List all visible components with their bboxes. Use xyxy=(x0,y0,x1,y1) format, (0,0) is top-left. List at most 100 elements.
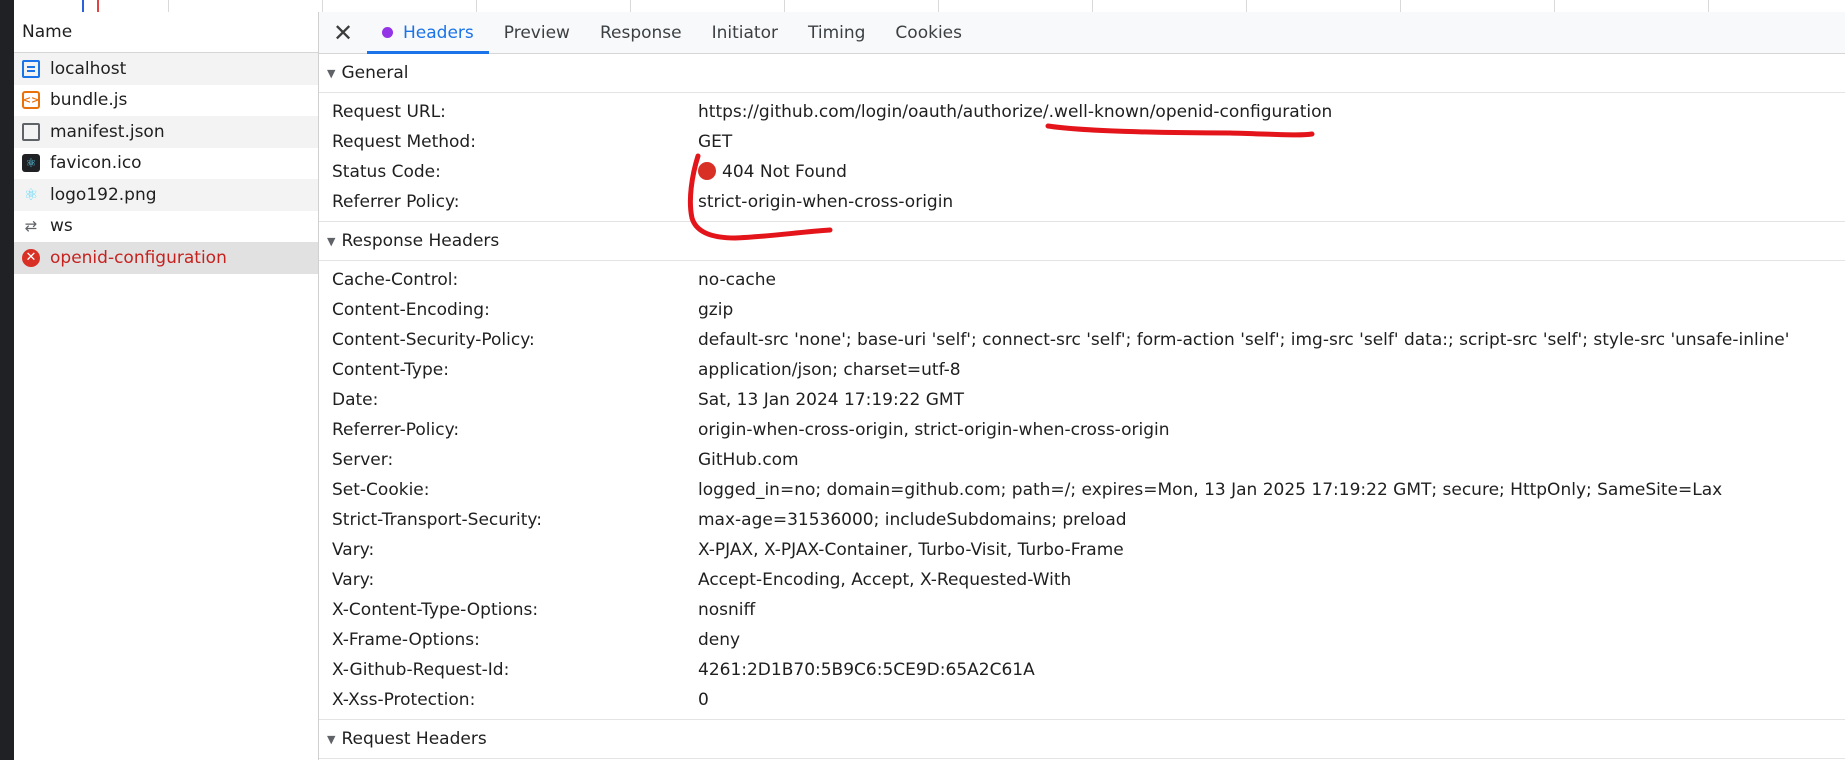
header-row: Date: Sat, 13 Jan 2024 17:19:22 GMT xyxy=(319,385,1845,415)
header-row: Content-Encoding: gzip xyxy=(319,295,1845,325)
header-value: application/json; charset=utf-8 xyxy=(698,360,961,380)
header-row: Server: GitHub.com xyxy=(319,445,1845,475)
status-code-value: 404 Not Found xyxy=(698,162,847,182)
tab-headers[interactable]: Headers xyxy=(367,12,489,54)
request-item-logo192[interactable]: ⚛ logo192.png xyxy=(14,179,318,211)
tab-response[interactable]: Response xyxy=(585,12,697,53)
tab-label: Headers xyxy=(403,22,474,43)
header-key: X-Frame-Options: xyxy=(332,630,480,650)
left-edge xyxy=(0,0,14,760)
status-text: 404 Not Found xyxy=(722,162,847,182)
header-value: deny xyxy=(698,630,741,650)
request-list: Name localhost <> bundle.js manifest.jso… xyxy=(14,12,319,760)
header-row: X-Content-Type-Options: nosniff xyxy=(319,595,1845,625)
header-row: Referrer-Policy: origin-when-cross-origin… xyxy=(319,415,1845,445)
header-row: Request Method: GET xyxy=(319,127,1845,157)
header-value: logged_in=no; domain=github.com; path=/;… xyxy=(698,480,1723,500)
header-key: Request URL: xyxy=(332,102,446,122)
header-key: X-Content-Type-Options: xyxy=(332,600,539,620)
request-item-bundle[interactable]: <> bundle.js xyxy=(14,85,318,117)
response-header-rows: Cache-Control: no-cache Content-Encoding: g… xyxy=(319,261,1845,719)
request-headers-section-header[interactable]: ▼ Request Headers xyxy=(319,719,1845,759)
close-icon[interactable]: ✕ xyxy=(319,12,367,53)
error-icon: ✕ xyxy=(22,248,40,267)
dom-content-loaded-marker xyxy=(82,0,84,12)
header-key: Cache-Control: xyxy=(332,270,459,290)
header-value: default-src 'none'; base-uri 'self'; con… xyxy=(698,330,1790,350)
header-key: Vary: xyxy=(332,570,375,590)
request-item-label: manifest.json xyxy=(50,121,165,142)
general-section-header[interactable]: ▼ General xyxy=(319,54,1845,93)
header-key: Date: xyxy=(332,390,379,410)
general-rows: Request URL: https://github.com/login/oa… xyxy=(319,93,1845,221)
request-item-label: logo192.png xyxy=(50,184,157,205)
status-error-icon xyxy=(698,162,716,180)
header-value: 4261:2D1B70:5B9C6:5CE9D:65A2C61A xyxy=(698,660,1035,680)
file-icon xyxy=(22,122,40,141)
header-key: Server: xyxy=(332,450,394,470)
tab-timing[interactable]: Timing xyxy=(793,12,880,53)
request-item-openid-configuration[interactable]: ✕ openid-configuration xyxy=(14,242,318,274)
header-value: Accept-Encoding, Accept, X-Requested-Wit… xyxy=(698,570,1072,590)
header-row: Status Code: 404 Not Found xyxy=(319,157,1845,187)
referrer-policy-value: strict-origin-when-cross-origin xyxy=(698,192,954,212)
dot-icon xyxy=(382,27,393,38)
load-marker xyxy=(97,0,99,12)
header-row: X-Github-Request-Id: 4261:2D1B70:5B9C6:5C… xyxy=(319,655,1845,685)
header-key: Request Method: xyxy=(332,132,476,152)
request-item-label: ws xyxy=(50,216,73,237)
name-column-header[interactable]: Name xyxy=(14,12,318,53)
header-row: X-Frame-Options: deny xyxy=(319,625,1845,655)
collapse-triangle-icon: ▼ xyxy=(327,732,336,746)
section-title: Request Headers xyxy=(341,729,487,749)
request-item-favicon[interactable]: ⚛ favicon.ico xyxy=(14,148,318,180)
header-value: GitHub.com xyxy=(698,450,799,470)
collapse-triangle-icon: ▼ xyxy=(327,66,336,80)
header-row: Vary: Accept-Encoding, Accept, X-Requeste… xyxy=(319,565,1845,595)
header-value: origin-when-cross-origin, strict-origin-… xyxy=(698,420,1170,440)
tab-cookies[interactable]: Cookies xyxy=(880,12,977,53)
header-key: Referrer-Policy: xyxy=(332,420,460,440)
section-title: General xyxy=(341,63,409,83)
header-key: Vary: xyxy=(332,540,375,560)
header-row: Set-Cookie: logged_in=no; domain=github.c… xyxy=(319,475,1845,505)
header-key: Status Code: xyxy=(332,162,441,182)
favicon-icon: ⚛ xyxy=(22,154,40,173)
header-value: X-PJAX, X-PJAX-Container, Turbo-Visit, T… xyxy=(698,540,1124,560)
tab-initiator[interactable]: Initiator xyxy=(697,12,793,53)
script-icon: <> xyxy=(22,91,40,110)
header-value: max-age=31536000; includeSubdomains; pre… xyxy=(698,510,1127,530)
request-detail-panel: ✕ Headers Preview Response Initiator Tim… xyxy=(319,12,1845,760)
react-image-icon: ⚛ xyxy=(23,185,39,205)
header-key: X-Xss-Protection: xyxy=(332,690,476,710)
header-value: 0 xyxy=(698,690,709,710)
header-row: Content-Type: application/json; charset=u… xyxy=(319,355,1845,385)
header-value: nosniff xyxy=(698,600,756,620)
header-key: Content-Type: xyxy=(332,360,449,380)
header-key: Content-Security-Policy: xyxy=(332,330,535,350)
header-key: Set-Cookie: xyxy=(332,480,430,500)
header-row: Cache-Control: no-cache xyxy=(319,265,1845,295)
header-key: Strict-Transport-Security: xyxy=(332,510,542,530)
collapse-triangle-icon: ▼ xyxy=(327,234,336,248)
header-key: Referrer Policy: xyxy=(332,192,460,212)
request-item-label: bundle.js xyxy=(50,90,128,111)
header-row: Vary: X-PJAX, X-PJAX-Container, Turbo-Vis… xyxy=(319,535,1845,565)
request-item-ws[interactable]: ⇄ ws xyxy=(14,211,318,243)
header-value: no-cache xyxy=(698,270,776,290)
request-item-label: favicon.ico xyxy=(50,153,142,174)
header-value: gzip xyxy=(698,300,734,320)
response-headers-section-header[interactable]: ▼ Response Headers xyxy=(319,221,1845,261)
request-item-manifest[interactable]: manifest.json xyxy=(14,116,318,148)
document-icon xyxy=(22,59,40,78)
header-row: Strict-Transport-Security: max-age=315360… xyxy=(319,505,1845,535)
header-row: Request URL: https://github.com/login/oa… xyxy=(319,97,1845,127)
header-row: X-Xss-Protection: 0 xyxy=(319,685,1845,715)
request-item-localhost[interactable]: localhost xyxy=(14,53,318,85)
header-row: Referrer Policy: strict-origin-when-cros… xyxy=(319,187,1845,217)
detail-tabs: ✕ Headers Preview Response Initiator Tim… xyxy=(319,12,1845,54)
header-row: Content-Security-Policy: default-src 'non… xyxy=(319,325,1845,355)
tab-preview[interactable]: Preview xyxy=(489,12,585,53)
header-key: Content-Encoding: xyxy=(332,300,490,320)
request-method-value: GET xyxy=(698,132,733,152)
